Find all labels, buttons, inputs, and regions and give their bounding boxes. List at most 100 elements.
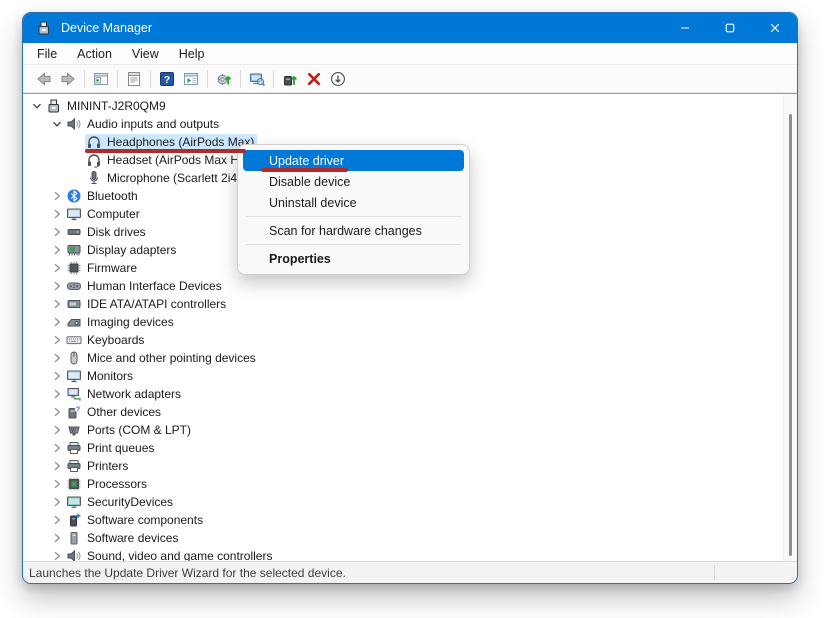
chevron-right-icon[interactable] [49,224,65,240]
tree-item-content[interactable]: Computer [65,206,143,222]
tree-item-print-queues[interactable]: Print queues [23,439,797,457]
tree-item-ide-ata-atapi-controllers[interactable]: IDE ATA/ATAPI controllers [23,295,797,313]
chevron-right-icon[interactable] [49,476,65,492]
disable-device-button[interactable] [326,67,350,91]
tree-item-content[interactable]: MININT-J2R0QM9 [45,98,169,114]
tree-item-minint-j2r0qm9[interactable]: MININT-J2R0QM9 [23,97,797,115]
properties-button[interactable] [122,67,146,91]
tree-item-content[interactable]: Software devices [65,530,181,546]
chevron-right-icon[interactable] [49,512,65,528]
update-driver-button[interactable] [278,67,302,91]
back-button[interactable] [32,67,56,91]
tree-item-label: Audio inputs and outputs [87,117,220,131]
tree-item-other-devices[interactable]: ? Other devices [23,403,797,421]
tree-item-content[interactable]: Headset (AirPods Max H [85,152,242,168]
chevron-right-icon[interactable] [49,386,65,402]
tree-item-content[interactable]: Bluetooth [65,188,141,204]
context-menu-item-disable-device[interactable]: Disable device [243,171,464,192]
remote-computer-button[interactable] [245,67,269,91]
tree-item-content[interactable]: ? Other devices [65,404,164,420]
chevron-right-icon[interactable] [49,350,65,366]
action-pane-button[interactable] [179,67,203,91]
minimize-button[interactable] [662,13,707,43]
tree-item-content[interactable]: IDE ATA/ATAPI controllers [65,296,229,312]
context-menu-item-properties[interactable]: Properties [243,248,464,269]
tree-item-sound-video-and-game-controllers[interactable]: Sound, video and game controllers [23,547,797,561]
tree-item-content[interactable]: Printers [65,458,131,474]
console-tree-button[interactable] [89,67,113,91]
chevron-right-icon[interactable] [49,188,65,204]
vertical-scrollbar[interactable] [783,94,797,561]
tree-item-label: Headphones (AirPods Max) [107,135,255,149]
chevron-right-icon[interactable] [49,296,65,312]
tree-item-content[interactable]: Keyboards [65,332,147,348]
tree-item-content[interactable]: Microphone (Scarlett 2i4 [85,170,240,186]
tree-item-label: Headset (AirPods Max H [107,153,240,167]
close-button[interactable] [752,13,797,43]
tree-item-content[interactable]: Sound, video and game controllers [65,548,275,561]
tree-item-content[interactable]: Software components [65,512,206,528]
chevron-right-icon[interactable] [49,314,65,330]
chevron-right-icon[interactable] [49,458,65,474]
chevron-right-icon[interactable] [49,404,65,420]
tree-item-label: Mice and other pointing devices [87,351,256,365]
uninstall-device-button[interactable] [302,67,326,91]
tree-item-content[interactable]: Mice and other pointing devices [65,350,259,366]
chevron-right-icon[interactable] [49,440,65,456]
tree-item-content[interactable]: Monitors [65,368,136,384]
tree-item-content[interactable]: Disk drives [65,224,149,240]
tree-item-content[interactable]: Display adapters [65,242,179,258]
chevron-right-icon[interactable] [49,548,65,561]
tree-item-content[interactable]: Human Interface Devices [65,278,225,294]
tree-item-label: Human Interface Devices [87,279,222,293]
tree-item-software-components[interactable]: Software components [23,511,797,529]
tree-item-content[interactable]: Processors [65,476,150,492]
menu-item-file[interactable]: File [27,45,67,63]
tree-item-content[interactable]: SecurityDevices [65,494,176,510]
chevron-right-icon[interactable] [49,368,65,384]
scrollbar-thumb[interactable] [789,114,792,556]
chevron-right-icon[interactable] [49,260,65,276]
tree-item-content[interactable]: Network adapters [65,386,184,402]
context-menu-item-uninstall-device[interactable]: Uninstall device [243,192,464,213]
chevron-right-icon[interactable] [49,332,65,348]
chevron-right-icon[interactable] [49,206,65,222]
forward-button[interactable] [56,67,80,91]
tree-item-content[interactable]: Audio inputs and outputs [65,116,222,132]
chevron-down-icon[interactable] [29,98,45,114]
chevron-right-icon[interactable] [49,422,65,438]
tree-item-imaging-devices[interactable]: Imaging devices [23,313,797,331]
menu-item-view[interactable]: View [122,45,169,63]
toolbar-separator [84,69,85,88]
tree-item-content[interactable]: Firmware [65,260,140,276]
tree-item-printers[interactable]: Printers [23,457,797,475]
export-button[interactable] [212,67,236,91]
svg-text:?: ? [164,74,170,86]
help-button[interactable]: ? [155,67,179,91]
chevron-right-icon[interactable] [49,494,65,510]
tree-item-human-interface-devices[interactable]: Human Interface Devices [23,277,797,295]
tree-item-audio-inputs-and-outputs[interactable]: Audio inputs and outputs [23,115,797,133]
chevron-right-icon[interactable] [49,530,65,546]
tree-item-monitors[interactable]: Monitors [23,367,797,385]
chevron-right-icon[interactable] [49,242,65,258]
tree-item-content[interactable]: Imaging devices [65,314,177,330]
tree-item-content[interactable]: Headphones (AirPods Max) [85,134,258,150]
menu-bar: File Action View Help [23,43,797,65]
menu-item-help[interactable]: Help [169,45,215,63]
titlebar[interactable]: Device Manager [23,13,797,43]
tree-item-mice-and-other-pointing-devices[interactable]: Mice and other pointing devices [23,349,797,367]
maximize-button[interactable] [707,13,752,43]
tree-item-software-devices[interactable]: Software devices [23,529,797,547]
chevron-right-icon[interactable] [49,278,65,294]
menu-item-action[interactable]: Action [67,45,122,63]
tree-item-securitydevices[interactable]: SecurityDevices [23,493,797,511]
chevron-down-icon[interactable] [49,116,65,132]
tree-item-content[interactable]: Ports (COM & LPT) [65,422,194,438]
tree-item-ports-com-lpt[interactable]: Ports (COM & LPT) [23,421,797,439]
tree-item-network-adapters[interactable]: Network adapters [23,385,797,403]
tree-item-keyboards[interactable]: Keyboards [23,331,797,349]
tree-item-processors[interactable]: Processors [23,475,797,493]
tree-item-content[interactable]: Print queues [65,440,157,456]
context-menu-item-scan-hardware-changes[interactable]: Scan for hardware changes [243,220,464,241]
